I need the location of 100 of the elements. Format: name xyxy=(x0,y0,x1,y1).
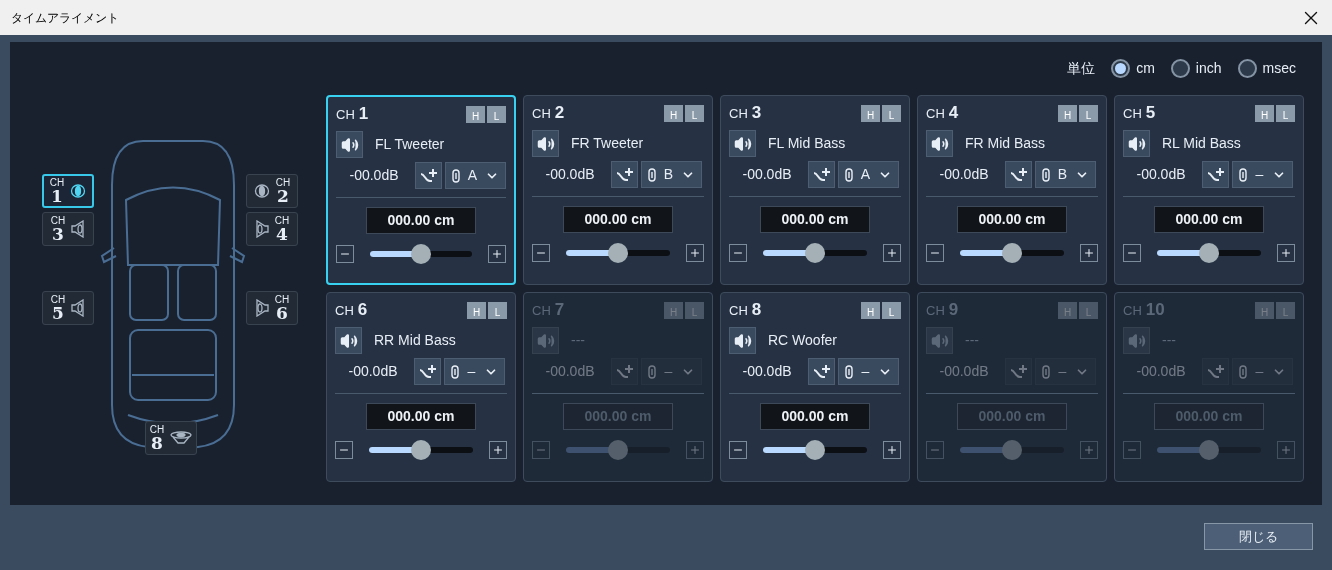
slider-thumb[interactable] xyxy=(608,440,628,460)
channel-position-button[interactable]: CH 2 xyxy=(246,174,298,208)
link-group-dropdown[interactable]: – xyxy=(444,358,505,385)
slider-thumb[interactable] xyxy=(1199,440,1219,460)
channel-card[interactable]: CH 6 H L RR Mid Bass -00.0dB – 000.00 cm xyxy=(326,292,516,482)
filter-icon xyxy=(615,363,634,380)
mute-button[interactable] xyxy=(1123,130,1150,157)
close-button[interactable]: 閉じる xyxy=(1204,523,1313,550)
channel-position-button[interactable]: CH 3 xyxy=(42,212,94,246)
increase-button[interactable] xyxy=(489,441,507,459)
link-group-dropdown[interactable]: – xyxy=(1232,161,1293,188)
link-group-dropdown[interactable]: B xyxy=(1035,161,1096,188)
channel-card[interactable]: CH 2 H L FR Tweeter -00.0dB B 000.00 cm xyxy=(523,95,713,285)
slider-thumb[interactable] xyxy=(608,243,628,263)
filter-button[interactable] xyxy=(808,161,835,188)
channel-card[interactable]: CH 3 H L FL Mid Bass -00.0dB A 000.00 cm xyxy=(720,95,910,285)
gain-value: -00.0dB xyxy=(347,362,399,381)
mute-button[interactable] xyxy=(729,130,756,157)
unit-option[interactable]: inch xyxy=(1195,58,1222,79)
unit-label: 単位 xyxy=(1067,59,1096,78)
channel-number: CH 3 xyxy=(729,102,762,125)
channel-card[interactable]: CH 8 H L RC Woofer -00.0dB – 000.00 cm xyxy=(720,292,910,482)
channel-card[interactable]: CH 1 H L FL Tweeter -00.0dB A 000.00 cm xyxy=(326,95,516,285)
speaker-icon xyxy=(733,134,752,153)
filter-icon xyxy=(1009,363,1028,380)
decrease-button[interactable] xyxy=(926,244,944,262)
distance-field[interactable]: 000.00 cm xyxy=(760,403,870,430)
plus-icon xyxy=(1083,247,1095,259)
link-group-dropdown[interactable]: B xyxy=(641,161,702,188)
increase-button[interactable] xyxy=(883,441,901,459)
unit-option[interactable]: msec xyxy=(1262,58,1296,79)
decrease-button[interactable] xyxy=(335,441,353,459)
plus-icon xyxy=(689,247,701,259)
decrease-button[interactable] xyxy=(336,245,354,263)
slider-thumb[interactable] xyxy=(411,440,431,460)
slider-thumb[interactable] xyxy=(411,244,431,264)
speaker-icon xyxy=(930,134,949,153)
distance-field[interactable]: 000.00 cm xyxy=(563,206,673,233)
speaker-icon xyxy=(733,331,752,350)
filter-button[interactable] xyxy=(1005,161,1032,188)
mute-button[interactable] xyxy=(729,327,756,354)
link-icon xyxy=(648,364,656,379)
decrease-button[interactable] xyxy=(1123,244,1141,262)
mute-button[interactable] xyxy=(926,130,953,157)
plus-icon xyxy=(492,444,504,456)
filter-button[interactable] xyxy=(414,358,441,385)
increase-button[interactable] xyxy=(1080,244,1098,262)
distance-field[interactable]: 000.00 cm xyxy=(366,207,476,234)
speaker-icon xyxy=(1127,331,1146,350)
link-group-dropdown[interactable]: A xyxy=(838,161,899,188)
increase-button[interactable] xyxy=(1277,244,1295,262)
filter-button[interactable] xyxy=(808,358,835,385)
link-icon xyxy=(1239,364,1247,379)
slider-thumb[interactable] xyxy=(1199,243,1219,263)
increase-button[interactable] xyxy=(488,245,506,263)
increase-button[interactable] xyxy=(883,244,901,262)
channel-position-button[interactable]: CH 5 xyxy=(42,291,94,325)
slider-thumb[interactable] xyxy=(1002,440,1022,460)
channel-name: --- xyxy=(1162,331,1176,350)
speaker-icon xyxy=(71,299,86,317)
link-group-dropdown[interactable]: – xyxy=(838,358,899,385)
channel-number: CH 6 xyxy=(335,299,368,322)
channel-position-button[interactable]: CH 8 xyxy=(145,421,197,455)
distance-field[interactable]: 000.00 cm xyxy=(957,206,1067,233)
channel-name: FL Mid Bass xyxy=(768,134,846,153)
radio-button[interactable] xyxy=(1170,59,1190,78)
increase-button[interactable] xyxy=(686,244,704,262)
filter-button[interactable] xyxy=(415,162,442,189)
radio-button[interactable] xyxy=(1237,59,1257,78)
plus-icon xyxy=(689,444,701,456)
plus-icon xyxy=(886,247,898,259)
channel-position-button[interactable]: CH 1 xyxy=(42,174,94,208)
decrease-button[interactable] xyxy=(729,244,747,262)
channel-card[interactable]: CH 4 H L FR Mid Bass -00.0dB B 000.00 cm xyxy=(917,95,1107,285)
channel-position-button[interactable]: CH 6 xyxy=(246,291,298,325)
speaker-icon xyxy=(340,135,359,154)
slider-thumb[interactable] xyxy=(805,440,825,460)
radio-button[interactable] xyxy=(1111,59,1131,78)
channel-name: FR Mid Bass xyxy=(965,134,1046,153)
filter-button[interactable] xyxy=(611,161,638,188)
decrease-button[interactable] xyxy=(729,441,747,459)
link-icon xyxy=(845,167,853,182)
channel-position-button[interactable]: CH 4 xyxy=(246,212,298,246)
gain-value: -00.0dB xyxy=(1135,362,1187,381)
distance-field[interactable]: 000.00 cm xyxy=(366,403,476,430)
filter-icon xyxy=(1206,166,1225,183)
mute-button[interactable] xyxy=(336,131,363,158)
slider-thumb[interactable] xyxy=(805,243,825,263)
distance-field[interactable]: 000.00 cm xyxy=(1154,206,1264,233)
filter-button[interactable] xyxy=(1202,161,1229,188)
unit-option[interactable]: cm xyxy=(1136,58,1155,79)
mute-button[interactable] xyxy=(335,327,362,354)
distance-field[interactable]: 000.00 cm xyxy=(760,206,870,233)
slider-thumb[interactable] xyxy=(1002,243,1022,263)
mute-button[interactable] xyxy=(532,130,559,157)
channel-number: CH 4 xyxy=(926,102,959,125)
gain-value: -00.0dB xyxy=(1135,165,1187,184)
decrease-button[interactable] xyxy=(532,244,550,262)
channel-card[interactable]: CH 5 H L RL Mid Bass -00.0dB – 000.00 cm xyxy=(1114,95,1304,285)
link-group-dropdown[interactable]: A xyxy=(445,162,506,189)
